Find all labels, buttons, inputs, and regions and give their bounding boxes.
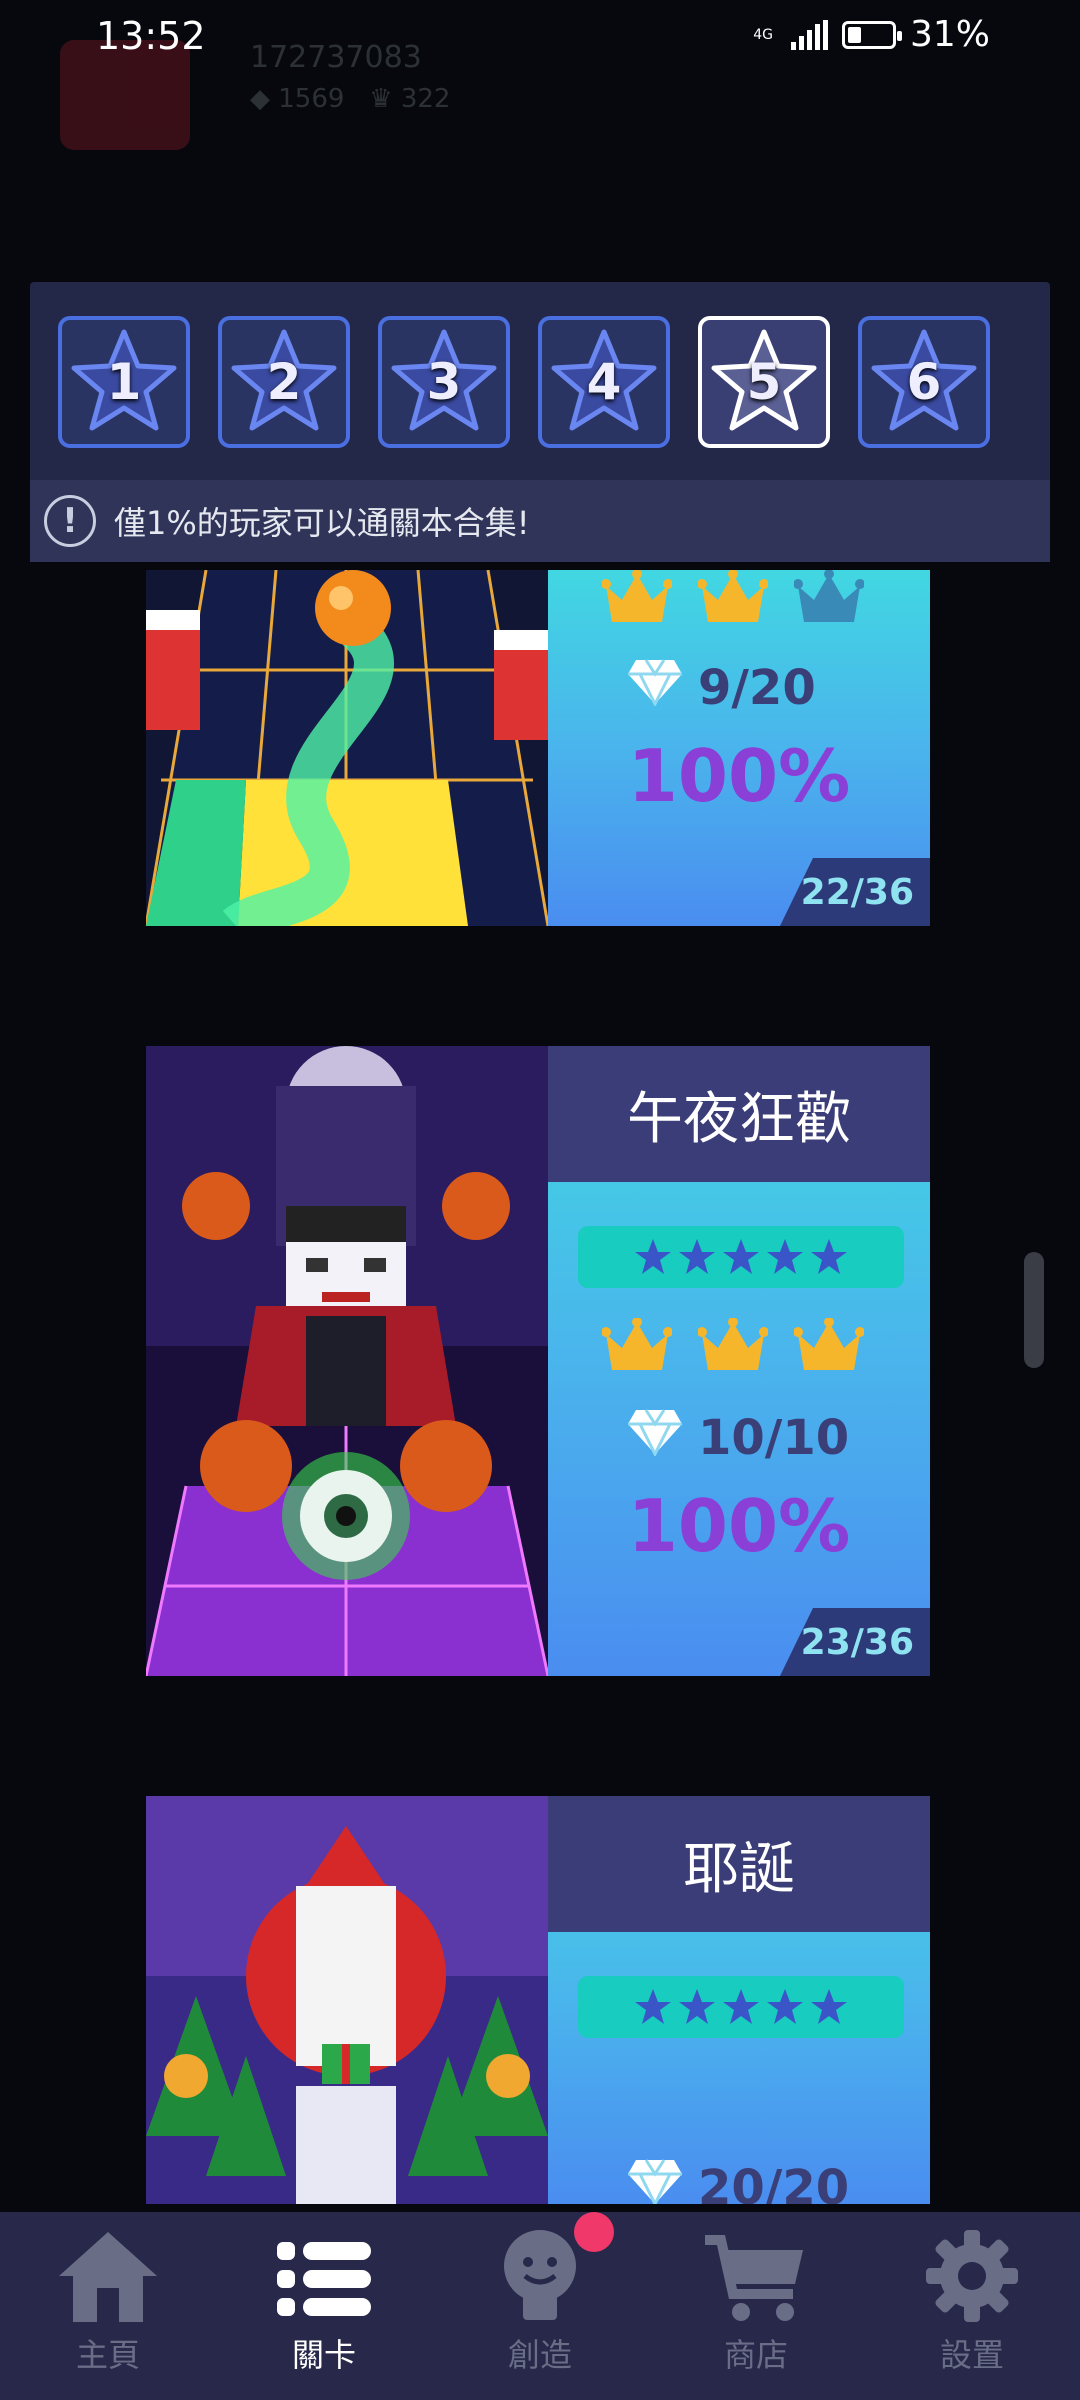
battery-icon: [841, 20, 902, 49]
nav-label: 主頁: [75, 2336, 140, 2374]
song-info: 午夜狂歡 10/10 100% 23/36: [548, 1046, 930, 1676]
crown-icon: [794, 1318, 864, 1370]
level-number: 2: [266, 353, 302, 411]
song-info: 9/20 100% 22/36: [548, 570, 930, 926]
song-artwork: [146, 1796, 548, 2204]
gem-count: 10/10: [698, 1410, 850, 1466]
difficulty-star-icon: [723, 1239, 759, 1274]
network-type: 4G: [753, 26, 773, 43]
level-selector-panel: 1 2 3 4 5 6 ! 僅1%的玩家可以通關本合集!: [30, 282, 1050, 562]
crown-icon: [602, 570, 672, 622]
cart-icon: [705, 2235, 803, 2321]
difficulty-star-icon: [723, 1989, 759, 2024]
list-icon: [277, 2242, 371, 2316]
gem-progress: 10/10: [626, 1408, 849, 1468]
difficulty-star-icon: [635, 1989, 671, 2024]
bottom-nav: 主頁 關卡 創造 商店 設置: [0, 2212, 1080, 2400]
difficulty-star-icon: [811, 1239, 847, 1274]
crown-icon: [698, 1318, 768, 1370]
song-artwork: [146, 1046, 548, 1676]
gem-progress: 9/20: [626, 658, 816, 718]
nav-home[interactable]: 主頁: [0, 2212, 216, 2400]
song-info: 耶誕 20/20: [548, 1796, 930, 2204]
nav-levels[interactable]: 關卡: [216, 2212, 432, 2400]
song-title: 午夜狂歡: [548, 1046, 930, 1182]
battery-level-fill: [847, 26, 861, 43]
notice-bar: ! 僅1%的玩家可以通關本合集!: [30, 480, 1050, 562]
difficulty-star-icon: [767, 1989, 803, 2024]
gem-count: 20/20: [698, 2160, 850, 2204]
completion-percent: 100%: [627, 1484, 851, 1568]
diamond-icon: [626, 1408, 684, 1468]
level-number: 6: [906, 353, 942, 411]
level-number: 3: [426, 353, 462, 411]
level-tile[interactable]: 2: [218, 316, 350, 448]
song-artwork: [146, 570, 548, 926]
song-card[interactable]: 9/20 100% 22/36: [146, 570, 930, 926]
home-icon: [59, 2232, 157, 2322]
status-bar: 13:52 4G 31%: [0, 0, 1080, 80]
gear-icon: [926, 2230, 1018, 2322]
level-tile[interactable]: 5: [698, 316, 830, 448]
battery-percent: 31%: [909, 14, 990, 55]
level-tile[interactable]: 1: [58, 316, 190, 448]
nav-label: 設置: [939, 2336, 1004, 2374]
difficulty-star-icon: [811, 1989, 847, 2024]
diamond-icon: [626, 2158, 684, 2204]
status-time: 13:52: [96, 14, 206, 58]
gem-total: 1569: [278, 84, 345, 114]
crown-icon: ♛: [369, 84, 393, 114]
gem-count: 9/20: [698, 660, 816, 716]
crown-icon: [602, 1318, 672, 1370]
level-number: 1: [106, 353, 142, 411]
crown-row: [602, 570, 864, 626]
nav-shop[interactable]: 商店: [648, 2212, 864, 2400]
gem-icon: ◆: [250, 84, 270, 114]
scrollbar[interactable]: [1024, 1252, 1044, 1368]
status-icons: 4G 31%: [753, 14, 990, 55]
level-tile[interactable]: 6: [858, 316, 990, 448]
difficulty-star-icon: [635, 1239, 671, 1274]
song-index: 22/36: [780, 858, 930, 926]
difficulty-star-icon: [679, 1989, 715, 2024]
difficulty-stars: [578, 1226, 904, 1288]
info-icon: !: [44, 495, 96, 547]
level-tile[interactable]: 4: [538, 316, 670, 448]
crown-icon: [794, 570, 864, 622]
song-title: 耶誕: [548, 1796, 930, 1932]
level-tiles: 1 2 3 4 5 6: [58, 316, 990, 448]
song-card[interactable]: 耶誕 20/20: [146, 1796, 930, 2204]
nav-label: 關卡: [291, 2336, 356, 2374]
nav-label: 創造: [507, 2336, 572, 2374]
crown-icon: [698, 570, 768, 622]
difficulty-star-icon: [679, 1239, 715, 1274]
notification-badge: [574, 2212, 614, 2252]
difficulty-stars: [578, 1976, 904, 2038]
song-index: 23/36: [780, 1608, 930, 1676]
crown-total: 322: [400, 84, 451, 114]
notice-text: 僅1%的玩家可以通關本合集!: [114, 504, 530, 542]
crown-row: [602, 1318, 864, 1374]
completion-percent: 100%: [627, 734, 851, 818]
player-stats: ◆ 1569 ♛ 322: [250, 84, 450, 114]
gem-progress: 20/20: [626, 2158, 849, 2204]
nav-label: 商店: [723, 2336, 788, 2374]
difficulty-star-icon: [767, 1239, 803, 1274]
level-number: 5: [746, 353, 782, 411]
level-tile[interactable]: 3: [378, 316, 510, 448]
nav-settings[interactable]: 設置: [864, 2212, 1080, 2400]
song-card[interactable]: 午夜狂歡 10/10 100% 23/36: [146, 1046, 930, 1676]
level-number: 4: [586, 353, 622, 411]
diamond-icon: [626, 658, 684, 718]
signal-icon: [790, 19, 828, 50]
